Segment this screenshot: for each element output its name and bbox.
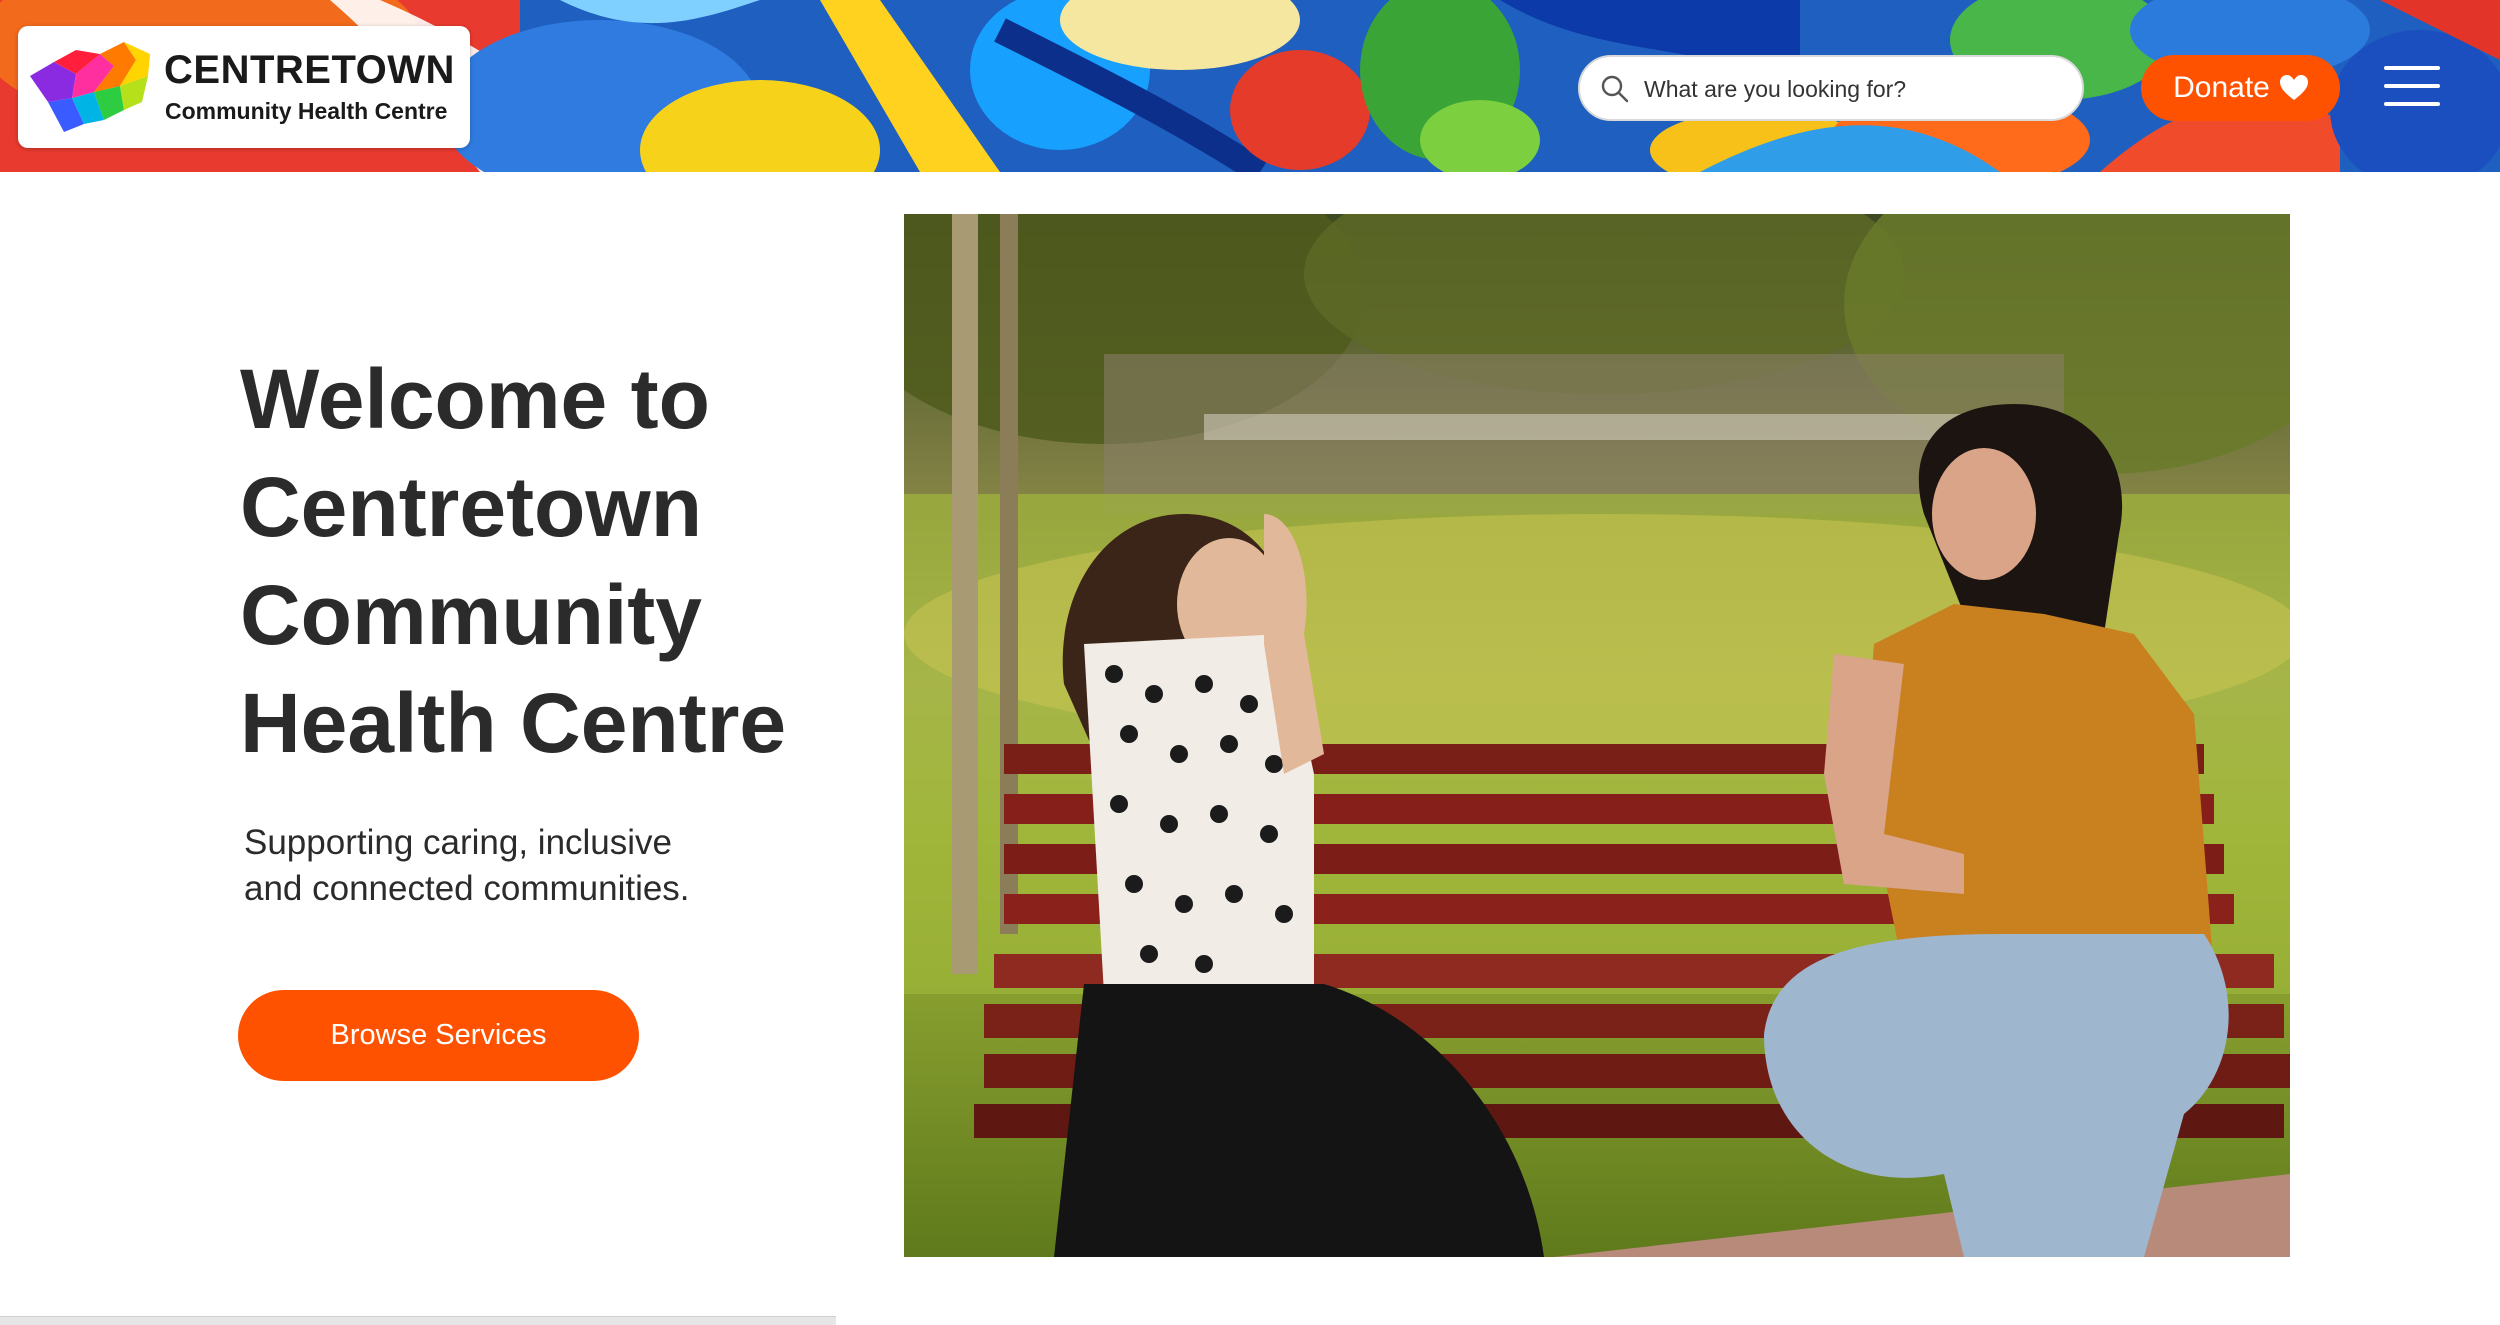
park-bench-photo-image <box>904 214 2290 1257</box>
logo-mark-icon <box>30 42 150 132</box>
search-icon <box>1601 75 1629 103</box>
site-logo[interactable]: CENTRETOWN Community Health Centre <box>18 26 470 148</box>
browse-services-button[interactable]: Browse Services <box>238 990 639 1081</box>
hero-tagline-line: Supporting caring, inclusive <box>244 823 673 862</box>
logo-title: CENTRETOWN <box>164 48 455 92</box>
heart-icon <box>2279 75 2308 100</box>
site-header: CENTRETOWN Community Health Centre Donat… <box>0 0 2500 172</box>
hero-tagline: Supporting caring, inclusive and connect… <box>244 820 804 912</box>
page-title-line: Health Centre <box>240 676 787 770</box>
page-title-line: Community <box>240 568 702 662</box>
hamburger-menu-icon[interactable] <box>2384 62 2442 112</box>
donate-button[interactable]: Donate <box>2141 55 2340 121</box>
search-bar[interactable] <box>1578 55 2084 121</box>
page-title-line: Welcome to <box>240 352 710 446</box>
page-title-line: Centretown <box>240 460 702 554</box>
hero-photo <box>904 214 2290 1257</box>
page-title: Welcome to Centretown Community Health C… <box>240 345 840 777</box>
logo-subtitle: Community Health Centre <box>165 98 448 124</box>
donate-label: Donate <box>2173 71 2270 104</box>
search-input[interactable] <box>1642 66 2066 112</box>
hero-tagline-line: and connected communities. <box>244 869 690 908</box>
